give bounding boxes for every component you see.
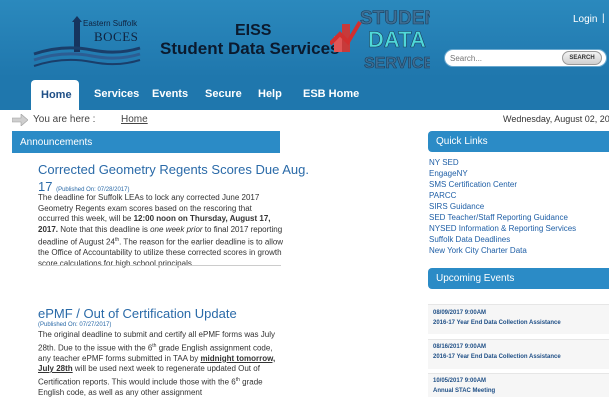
quick-link-engageny[interactable]: EngageNY (429, 169, 468, 178)
quick-link-suffolk-deadlines[interactable]: Suffolk Data Deadlines (429, 235, 510, 244)
nav-item-secure[interactable]: Secure (205, 88, 242, 100)
article-body-geometry: The deadline for Suffolk LEAs to lock an… (38, 193, 284, 269)
logo-word-services: SERVICES (364, 55, 430, 72)
article-title-epmf[interactable]: ePMF / Out of Certification Update (38, 305, 237, 322)
login-link[interactable]: Login (573, 14, 597, 25)
org-small-name: Eastern Suffolk (83, 19, 138, 28)
quick-link-ny-sed[interactable]: NY SED (429, 158, 459, 167)
quick-link-nyc-charter[interactable]: New York City Charter Data (429, 246, 527, 255)
quick-link-sms-certification[interactable]: SMS Certification Center (429, 180, 517, 189)
event-datetime[interactable]: 08/09/2017 9:00AM (433, 310, 486, 316)
quick-links-heading: Quick Links (436, 136, 488, 147)
search-button[interactable]: SEARCH (562, 51, 602, 65)
nav-item-events[interactable]: Events (152, 88, 188, 100)
article-text: Note that this deadline is (58, 224, 151, 234)
event-datetime[interactable]: 10/05/2017 9:00AM (433, 378, 486, 384)
current-date: Wednesday, August 02, 2017 (503, 114, 609, 124)
site-title: Student Data Services (160, 39, 340, 58)
article-italic: one week prior (150, 224, 203, 234)
upcoming-events-heading: Upcoming Events (436, 273, 515, 284)
event-datetime[interactable]: 08/16/2017 9:00AM (433, 344, 486, 350)
article-divider (38, 265, 281, 266)
student-data-services-logo[interactable]: STUDENT DATA SERVICES (330, 4, 430, 72)
announcements-heading: Announcements (20, 137, 93, 148)
org-name: BOCES (94, 29, 139, 44)
breadcrumb-home-link[interactable]: Home (121, 114, 148, 125)
event-item[interactable] (428, 304, 609, 334)
arrow-right-icon (12, 114, 28, 126)
nav-item-esb-home[interactable]: ESB Home (303, 88, 359, 100)
article-published-date: (Published On: 07/27/2017) (38, 322, 112, 328)
eiss-title: EISS (235, 22, 272, 39)
nav-item-services[interactable]: Services (94, 88, 139, 100)
event-title[interactable]: 2016-17 Year End Data Collection Assista… (433, 354, 561, 360)
quick-link-nysed-info[interactable]: NYSED Information & Reporting Services (429, 224, 576, 233)
article-body-epmf: The original deadline to submit and cert… (38, 330, 284, 397)
search-input[interactable] (450, 52, 550, 64)
logo-word-data: DATA (368, 27, 426, 52)
quick-link-parcc[interactable]: PARCC (429, 191, 456, 200)
breadcrumb-prefix: You are here : (33, 114, 96, 125)
login-separator: | (602, 13, 605, 24)
event-title[interactable]: 2016-17 Year End Data Collection Assista… (433, 320, 561, 326)
nav-item-help[interactable]: Help (258, 88, 282, 100)
quick-link-sirs-guidance[interactable]: SIRS Guidance (429, 202, 484, 211)
article-title-line2[interactable]: 17 (38, 179, 52, 194)
logo-word-student: STUDENT (360, 8, 430, 29)
quick-link-sed-teacher-staff[interactable]: SED Teacher/Staff Reporting Guidance (429, 213, 568, 222)
article-title-line1[interactable]: Corrected Geometry Regents Scores Due Au… (38, 162, 309, 177)
event-title[interactable]: Annual STAC Meeting (433, 388, 495, 394)
nav-item-home[interactable]: Home (41, 89, 72, 101)
